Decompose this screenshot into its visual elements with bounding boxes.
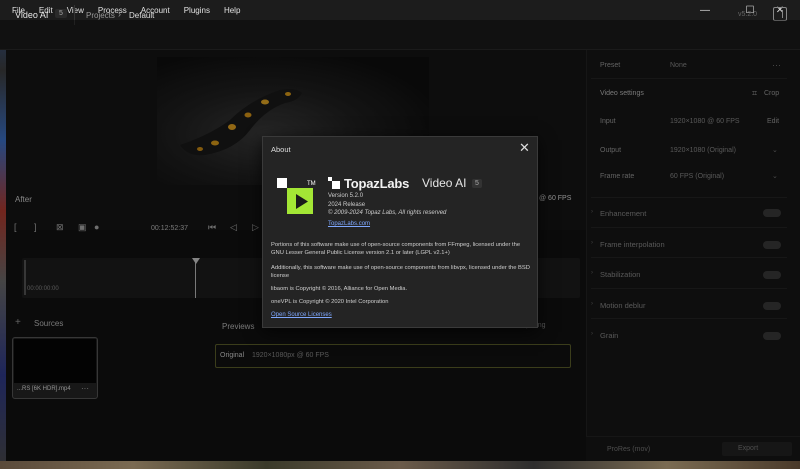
menu-plugins[interactable]: Plugins (177, 6, 217, 15)
ffmpeg-notice: Portions of this software make use of op… (271, 242, 521, 256)
product-name: Video AI (422, 176, 467, 190)
svg-text:TM: TM (307, 181, 316, 187)
about-release: 2024 Release (328, 202, 366, 208)
chevron-right-icon: › (118, 9, 121, 19)
breadcrumb-projects[interactable]: Projects (86, 11, 115, 20)
panel-toggle-icon[interactable] (773, 7, 787, 21)
minimize-button[interactable]: — (687, 0, 723, 20)
libvpx-notice: Additionally, this software make use of … (271, 265, 530, 279)
app-title: Video AI (15, 10, 49, 20)
about-dialog-title: About (271, 145, 291, 154)
topazlabs-link[interactable]: TopazLabs.com (328, 221, 370, 227)
open-source-licenses-link[interactable]: Open Source Licenses (271, 312, 332, 318)
taskbar-strip (0, 461, 800, 469)
topaz-mini-logo-icon (328, 177, 340, 189)
product-version-badge: 5 (472, 179, 482, 188)
app-version-badge: 5 (55, 9, 67, 18)
about-version: Version 5.2.0 (328, 193, 364, 199)
about-copyright: © 2009-2024 Topaz Labs, All rights reser… (328, 210, 447, 216)
close-icon[interactable]: ✕ (519, 140, 530, 156)
brand-name: TopazLabs (344, 176, 410, 191)
onevpl-notice: oneVPL is Copyright © 2020 Intel Corpora… (271, 299, 389, 305)
menu-help[interactable]: Help (217, 6, 247, 15)
topaz-logo-icon: TM (277, 178, 316, 214)
version-label: v5.2.0 (738, 11, 758, 18)
breadcrumb-current: Default (129, 11, 155, 20)
libaom-notice: libaom is Copyright © 2016, Alliance for… (271, 286, 408, 292)
